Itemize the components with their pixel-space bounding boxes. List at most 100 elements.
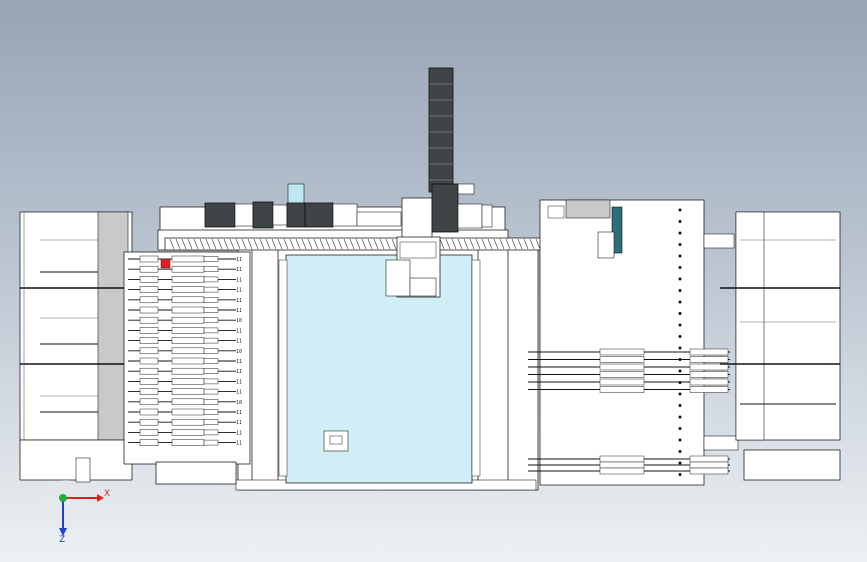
feeder-sprocket-housing xyxy=(171,418,205,426)
feeder-body xyxy=(599,455,645,463)
y-axis-origin-marker xyxy=(59,494,67,502)
feeder-sprocket-housing xyxy=(171,265,205,273)
feeder-tip xyxy=(203,399,219,405)
feeder-tip xyxy=(203,378,219,385)
feeder-slot-label: 11 xyxy=(236,359,242,365)
feeder-slot-label: 11 xyxy=(236,420,242,426)
mounting-hole xyxy=(678,300,682,304)
feeder-body xyxy=(139,306,159,314)
feeder-tip xyxy=(689,461,729,469)
feeder-body xyxy=(599,371,645,378)
mounting-hole xyxy=(678,450,682,453)
feeder-slot-label: 10 xyxy=(236,318,242,324)
feeder-body xyxy=(139,347,159,355)
right-reel-storage xyxy=(720,211,841,481)
mounting-hole xyxy=(678,438,682,442)
mounting-hole xyxy=(678,220,682,223)
feeder-tip xyxy=(203,266,219,272)
feeder-tip xyxy=(689,455,729,463)
feeder-tip xyxy=(203,317,219,323)
feeder-body xyxy=(139,439,159,446)
feeder-tip xyxy=(689,371,729,378)
feeder-slot-label: 11 xyxy=(236,277,242,283)
mounting-hole xyxy=(678,415,682,419)
feeder-body xyxy=(599,386,645,393)
mounting-hole xyxy=(678,473,682,476)
feeder-body xyxy=(599,461,645,469)
mounting-hole xyxy=(678,346,682,350)
left-feeder-base xyxy=(155,461,237,485)
feeder-body xyxy=(139,429,159,436)
mounting-hole xyxy=(678,461,682,465)
feeder-tip xyxy=(203,297,219,303)
feeder-tip xyxy=(203,409,219,415)
feeder-body xyxy=(139,408,159,416)
feeder-body xyxy=(139,337,159,344)
feeder-tip xyxy=(203,327,219,334)
mounting-hole xyxy=(678,312,682,315)
feeder-tip xyxy=(203,276,219,283)
feeder-body xyxy=(139,327,159,334)
feeder-sprocket-housing xyxy=(171,276,205,283)
feeder-body xyxy=(599,356,645,363)
x-axis-arrowhead xyxy=(97,494,104,502)
feeder-tip xyxy=(689,378,729,386)
feeder-slot-label: 11 xyxy=(236,267,242,273)
feeder-body xyxy=(139,286,159,293)
feeder-tip xyxy=(689,467,729,475)
feeder-sprocket-housing xyxy=(171,429,205,436)
feeder-body xyxy=(139,296,159,304)
mounting-hole xyxy=(678,404,682,407)
feeder-sprocket-housing xyxy=(171,347,205,355)
feeder-slot-label: 11 xyxy=(236,410,242,416)
feeder-tip xyxy=(203,429,219,436)
feeder-tip xyxy=(203,286,219,293)
feeder-tip xyxy=(203,358,219,364)
feeder-body xyxy=(599,348,645,356)
feeder-slot-label: 11 xyxy=(236,390,242,396)
feeder-sprocket-housing xyxy=(171,408,205,416)
feeder-sprocket-housing xyxy=(171,327,205,334)
feeder-tip xyxy=(203,256,219,262)
feeder-body xyxy=(139,255,159,263)
feeder-slot-label: 11 xyxy=(236,257,242,263)
feeder-tip xyxy=(203,439,219,446)
feeder-body xyxy=(139,357,159,365)
feeder-tip xyxy=(203,388,219,395)
feeder-sprocket-housing xyxy=(171,378,205,385)
mounting-hole xyxy=(678,243,682,246)
feeder-sprocket-housing xyxy=(171,337,205,344)
x-axis-label: X xyxy=(104,489,110,499)
feeder-sprocket-housing xyxy=(171,357,205,365)
feeder-body xyxy=(139,388,159,395)
left-feeder-bank: 11 11 11 11 11 11 10 11 11 10 11 11 11 11 10 11 11 11 11 xyxy=(123,251,251,465)
coordinate-axis-triad[interactable]: X Z xyxy=(42,480,110,545)
mounting-hole xyxy=(678,277,682,281)
feeder-slot-label: 10 xyxy=(236,349,242,355)
feeder-slot-label: 10 xyxy=(236,400,242,406)
feeder-slot-label: 11 xyxy=(236,298,242,304)
feeder-sprocket-housing xyxy=(171,398,205,406)
feeder-body xyxy=(139,418,159,426)
feeder-slot-label: 11 xyxy=(236,328,242,334)
cad-viewport[interactable]: 11 11 11 11 11 11 10 11 11 10 11 11 11 11 10 11 11 11 11 xyxy=(0,0,867,562)
right-feeder-station xyxy=(539,199,739,486)
machine-top-view-drawing: 11111111111110111110111111111011111111 X… xyxy=(19,67,841,545)
mounting-hole xyxy=(678,208,682,212)
feeder-body xyxy=(139,316,159,324)
mounting-hole xyxy=(678,323,682,327)
feeder-sprocket-housing xyxy=(171,286,205,293)
feeder-sprocket-housing xyxy=(171,255,205,263)
feeder-body xyxy=(139,398,159,406)
feeder-slot-label: 11 xyxy=(236,339,242,345)
mounting-hole xyxy=(678,266,682,269)
mounting-hole xyxy=(678,392,682,396)
mounting-hole xyxy=(678,369,682,373)
feeder-tip xyxy=(689,386,729,393)
feeder-sprocket-housing xyxy=(171,388,205,395)
feeder-tip xyxy=(689,363,729,371)
feeder-body xyxy=(139,378,159,385)
feeder-slot-label: 11 xyxy=(236,379,242,385)
mounting-hole xyxy=(678,335,682,338)
feeder-slot-label: 11 xyxy=(236,441,242,447)
